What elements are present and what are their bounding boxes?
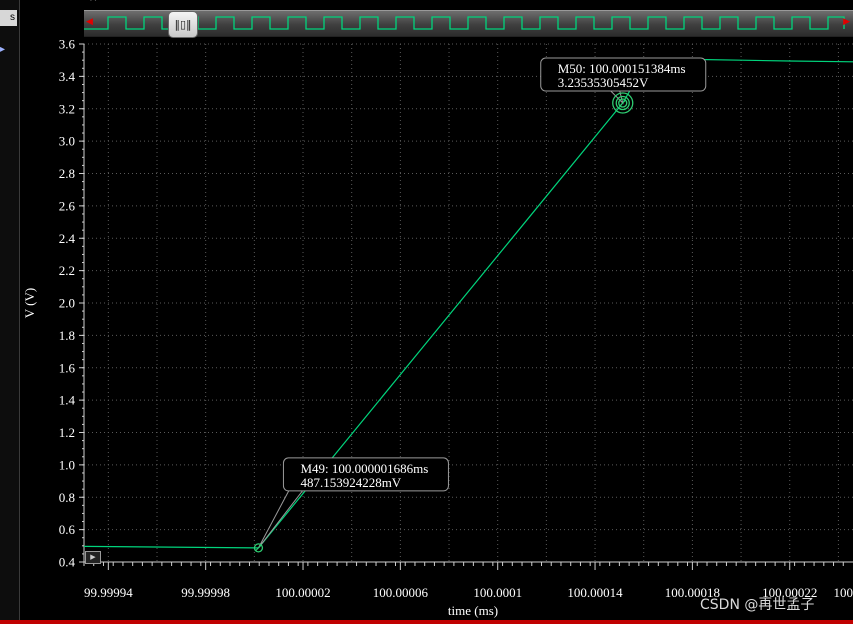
grid: [84, 43, 853, 563]
y-tick-label: 3.0: [59, 134, 75, 149]
y-tick-label: 2.2: [59, 263, 75, 278]
x-tick-label: 100.00002: [275, 585, 330, 600]
x-tick-label: 100.0001: [473, 585, 522, 600]
y-tick-label: 0.8: [59, 490, 75, 505]
y-tick-label: 3.4: [59, 69, 76, 84]
y-tick-label: 3.2: [59, 101, 75, 116]
y-tick-label: 0.4: [59, 555, 76, 570]
x-tick-label: 100: [834, 585, 853, 600]
ticks: 0.4 0.6 0.8 1.0 1.2 1.4 1.6 1.8 2.0 2.2 2.4 2.6 2.8 3…: [59, 37, 853, 601]
y-axis-title: V (V): [22, 288, 37, 318]
x-tick-label: 100.00006: [373, 585, 429, 600]
markers[interactable]: M49: 100.000001686ms487.153924228mV M50: …: [253, 57, 707, 553]
marker-label-value: 3.23535305452V: [558, 75, 649, 90]
y-tick-label: 2.8: [59, 166, 75, 181]
y-tick-label: 1.4: [59, 393, 76, 408]
marker-label-time: M49: 100.000001686ms: [300, 461, 428, 476]
y-tick-label: 3.6: [59, 37, 76, 52]
y-tick-label: 1.6: [59, 360, 76, 375]
y-tick-label: 1.0: [59, 457, 75, 472]
watermark-text: CSDN @再世孟子: [700, 597, 815, 613]
y-tick-label: 2.4: [59, 231, 76, 246]
marker-label-time: M50: 100.000151384ms: [558, 61, 686, 76]
y-tick-label: 2.0: [59, 296, 75, 311]
y-tick-label: 1.8: [59, 328, 75, 343]
marker-label-value: 487.153924228mV: [300, 475, 401, 490]
y-tick-label: 2.6: [59, 198, 76, 213]
marker-callout-tail: [258, 483, 304, 549]
play-button[interactable]: ▶: [85, 551, 101, 564]
bottom-status-bar: [0, 620, 853, 624]
y-tick-label: 1.2: [59, 425, 75, 440]
x-axis-title: time (ms): [448, 603, 498, 618]
x-tick-label: 99.99998: [181, 585, 230, 600]
waveform-chart[interactable]: 0.4 0.6 0.8 1.0 1.2 1.4 1.6 1.8 2.0 2.2 2.4 2.6 2.8 3…: [0, 0, 853, 624]
x-tick-label: 99.99994: [84, 585, 133, 600]
marker-2[interactable]: M50: 100.000151384ms3.23535305452V: [540, 57, 707, 114]
x-tick-label: 100.00014: [567, 585, 623, 600]
y-tick-label: 0.6: [59, 522, 76, 537]
